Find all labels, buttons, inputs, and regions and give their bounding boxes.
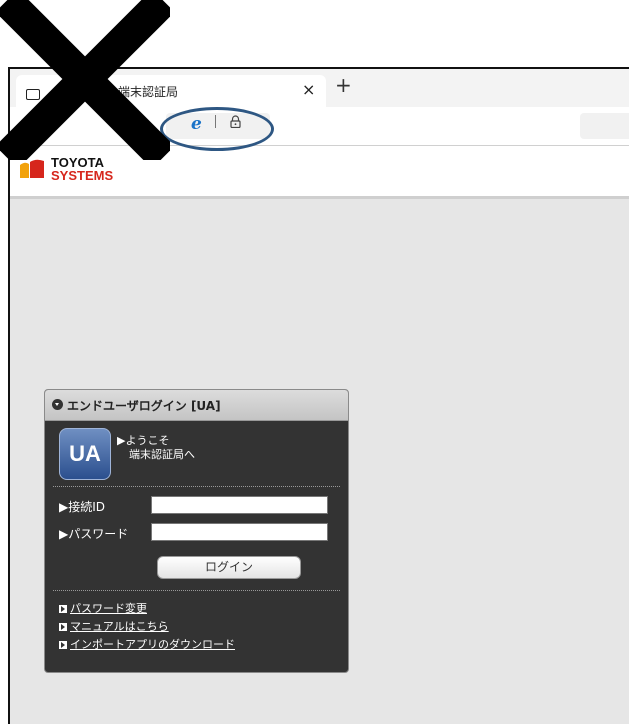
new-tab-icon[interactable]: +	[335, 75, 352, 95]
change-password-link[interactable]: パスワード変更	[59, 600, 147, 616]
change-password-label: パスワード変更	[70, 602, 147, 615]
close-tab-icon[interactable]: ×	[302, 80, 315, 99]
collapse-icon[interactable]	[52, 399, 63, 410]
login-button[interactable]: ログイン	[157, 556, 301, 579]
panel-header: エンドユーザログイン [UA]	[45, 390, 348, 421]
password-input[interactable]	[151, 523, 328, 541]
highlight-oval-annotation	[160, 107, 274, 151]
connection-id-input[interactable]	[151, 496, 328, 514]
import-app-download-link[interactable]: インポートアプリのダウンロード	[59, 636, 235, 652]
manual-link[interactable]: マニュアルはこちら	[59, 618, 169, 634]
address-url-field[interactable]	[580, 113, 629, 139]
ua-badge-icon: UA	[59, 428, 111, 480]
toyota-systems-logo-mark	[20, 159, 44, 178]
arrow-icon	[59, 641, 67, 649]
connection-id-label: ▶接続ID	[59, 500, 106, 514]
arrow-icon	[59, 623, 67, 631]
manual-label: マニュアルはこちら	[70, 620, 169, 633]
separator	[53, 590, 340, 591]
welcome-subtext: 端末認証局へ	[129, 448, 195, 461]
password-label: ▶パスワード	[59, 527, 129, 541]
cross-mark-annotation	[0, 0, 170, 160]
arrow-icon	[59, 605, 67, 613]
panel-title: エンドユーザログイン [UA]	[67, 399, 221, 413]
separator	[53, 486, 340, 487]
logo-text-bottom: SYSTEMS	[51, 168, 114, 183]
browser-window: 端末認証局 × + e TOYOTA SYSTEMS エンドユーザログイン [U…	[8, 67, 629, 724]
import-app-download-label: インポートアプリのダウンロード	[70, 638, 235, 651]
end-user-login-panel: エンドユーザログイン [UA] UA ▶ようこそ 端末認証局へ ▶接続ID ▶パ…	[44, 389, 349, 673]
